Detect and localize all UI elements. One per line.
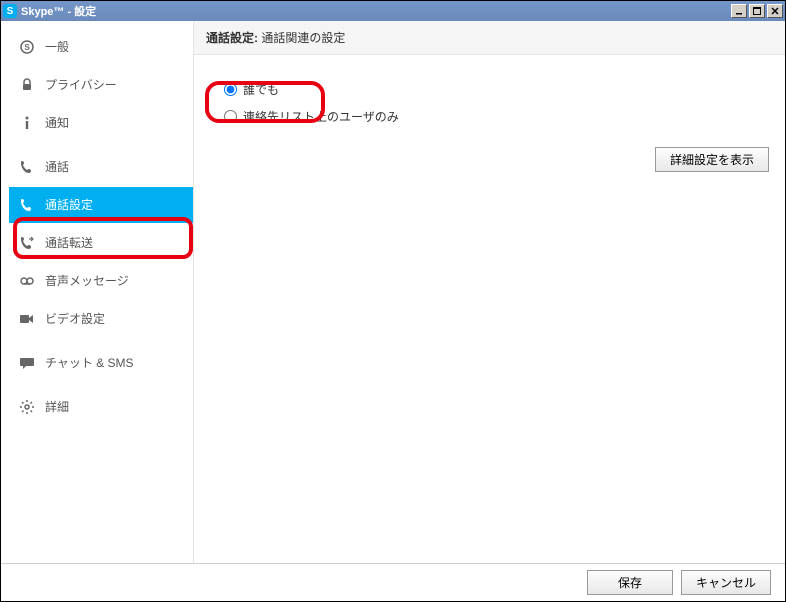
voicemail-icon (19, 273, 35, 289)
maximize-button[interactable] (749, 4, 765, 18)
sidebar-item-label: 一般 (45, 38, 69, 55)
incoming-calls-radio-group: 誰でも 連絡先リスト上のユーザのみ (224, 81, 765, 125)
sidebar-item-label: 通話 (45, 158, 69, 175)
sidebar-item-notifications[interactable]: 通知 (9, 105, 193, 141)
content-panel: 通話設定: 通話関連の設定 誰でも 連絡先リスト上のユーザのみ 詳細設定を表示 (193, 21, 785, 563)
window-titlebar: S Skype™ - 設定 (1, 1, 785, 21)
sidebar-item-call-settings[interactable]: 通話設定 (9, 187, 193, 223)
phone-forward-icon (19, 235, 35, 251)
skype-icon: S (19, 39, 35, 55)
sidebar-item-advanced[interactable]: 詳細 (9, 389, 193, 425)
sidebar-item-video-settings[interactable]: ビデオ設定 (9, 301, 193, 337)
cancel-button[interactable]: キャンセル (681, 570, 771, 595)
phone-icon (19, 159, 35, 175)
window-title: Skype™ - 設定 (21, 3, 96, 19)
header-subtitle: 通話関連の設定 (258, 31, 345, 45)
sidebar-item-label: 通話転送 (45, 234, 93, 251)
content-body: 誰でも 連絡先リスト上のユーザのみ 詳細設定を表示 (194, 55, 785, 563)
close-button[interactable] (767, 4, 783, 18)
header-title: 通話設定: (206, 31, 258, 45)
dialog-footer: 保存 キャンセル (1, 563, 785, 601)
sidebar-item-voicemail[interactable]: 音声メッセージ (9, 263, 193, 299)
sidebar-item-label: 通知 (45, 114, 69, 131)
radio-everyone[interactable]: 誰でも (224, 81, 765, 98)
sidebar-item-label: 通話設定 (45, 196, 93, 213)
radio-everyone-label: 誰でも (243, 81, 279, 98)
sidebar-item-label: チャット & SMS (45, 354, 134, 371)
skype-logo-letter: S (7, 6, 14, 17)
save-button[interactable]: 保存 (587, 570, 673, 595)
sidebar-item-call-forwarding[interactable]: 通話転送 (9, 225, 193, 261)
radio-contacts-only[interactable]: 連絡先リスト上のユーザのみ (224, 108, 765, 125)
sidebar-item-label: 音声メッセージ (45, 272, 129, 289)
lock-icon (19, 77, 35, 93)
radio-contacts-only-input[interactable] (224, 110, 237, 123)
radio-everyone-input[interactable] (224, 83, 237, 96)
video-icon (19, 311, 35, 327)
radio-contacts-only-label: 連絡先リスト上のユーザのみ (243, 108, 399, 125)
content-header: 通話設定: 通話関連の設定 (194, 21, 785, 55)
chat-icon (19, 355, 35, 371)
sidebar-item-chat-sms[interactable]: チャット & SMS (9, 345, 193, 381)
minimize-button[interactable] (731, 4, 747, 18)
skype-logo-icon: S (3, 4, 17, 18)
sidebar-item-calls[interactable]: 通話 (9, 149, 193, 185)
phone-icon (19, 197, 35, 213)
sidebar-item-label: ビデオ設定 (45, 310, 105, 327)
show-advanced-button[interactable]: 詳細設定を表示 (655, 147, 769, 172)
svg-text:S: S (24, 43, 30, 52)
sidebar-item-label: 詳細 (45, 398, 69, 415)
settings-sidebar: S 一般 プライバシー 通知 通話 通話設定 (1, 21, 193, 563)
sidebar-item-label: プライバシー (45, 76, 117, 93)
sidebar-item-privacy[interactable]: プライバシー (9, 67, 193, 103)
sidebar-item-general[interactable]: S 一般 (9, 29, 193, 65)
info-icon (19, 115, 35, 131)
gear-icon (19, 399, 35, 415)
